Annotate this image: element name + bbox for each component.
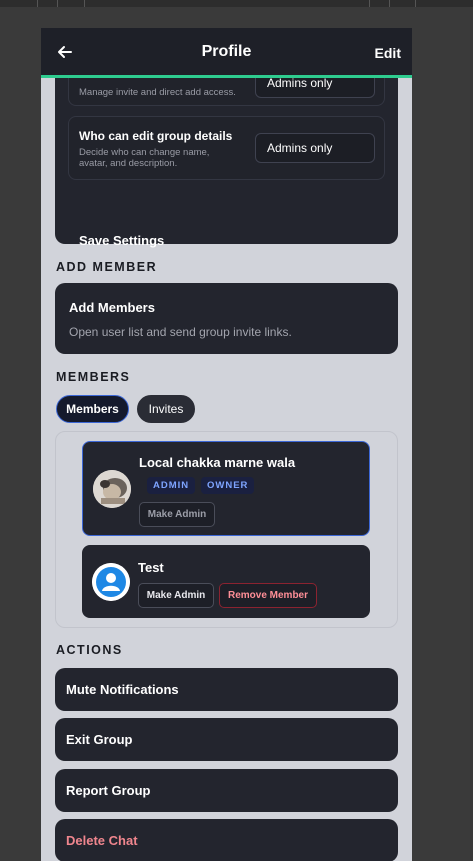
avatar <box>92 563 130 601</box>
member-photo-icon <box>93 470 131 508</box>
members-section-label: MEMBERS <box>56 370 131 384</box>
back-arrow-icon-svg <box>58 46 72 58</box>
admin-badge: ADMIN <box>147 477 196 494</box>
tab-invites[interactable]: Invites <box>137 395 195 423</box>
page-title: Profile <box>201 42 252 60</box>
member-name: Local chakka marne wala <box>139 455 296 470</box>
save-settings-button[interactable]: Save Settings <box>79 233 164 248</box>
add-members-desc: Open user list and send group invite lin… <box>69 325 292 339</box>
back-arrow-icon[interactable] <box>55 42 75 62</box>
add-members-card[interactable]: Add Members Open user list and send grou… <box>55 283 398 354</box>
edit-details-desc-line1: Decide who can change name, <box>79 147 210 158</box>
window-top-strip <box>0 0 473 7</box>
group-settings-card: Manage invite and direct add access. Adm… <box>55 28 398 248</box>
app-header: Profile Edit <box>41 28 412 78</box>
exit-group-button[interactable]: Exit Group <box>55 718 398 761</box>
member-card-owner[interactable]: Local chakka marne wala ADMIN OWNER Make… <box>82 441 370 536</box>
edit-details-desc-line2: avatar, and description. <box>79 158 178 169</box>
edit-details-title: Who can edit group details <box>79 129 233 143</box>
default-user-icon <box>92 563 130 601</box>
edit-details-select[interactable]: Admins only <box>255 133 375 163</box>
actions-section-label: ACTIONS <box>56 643 123 657</box>
make-admin-button[interactable]: Make Admin <box>139 502 215 527</box>
owner-badge: OWNER <box>201 477 255 494</box>
report-group-button[interactable]: Report Group <box>55 769 398 812</box>
make-admin-button[interactable]: Make Admin <box>138 583 214 608</box>
app-screen: Profile Edit Manage invite and direct ad… <box>41 28 412 861</box>
remove-member-button[interactable]: Remove Member <box>219 583 317 608</box>
edit-button[interactable]: Edit <box>375 45 401 61</box>
tab-members[interactable]: Members <box>56 395 129 423</box>
avatar <box>93 470 131 508</box>
add-members-title: Add Members <box>69 300 155 315</box>
invite-permission-desc: Manage invite and direct add access. <box>79 87 236 98</box>
delete-chat-button[interactable]: Delete Chat <box>55 819 398 861</box>
member-name: Test <box>138 560 164 575</box>
add-member-section-label: ADD MEMBER <box>56 260 158 274</box>
edit-details-permission-row: Who can edit group details Decide who ca… <box>68 116 385 180</box>
mute-notifications-button[interactable]: Mute Notifications <box>55 668 398 711</box>
member-card-test[interactable]: Test Make Admin Remove Member <box>82 545 370 618</box>
